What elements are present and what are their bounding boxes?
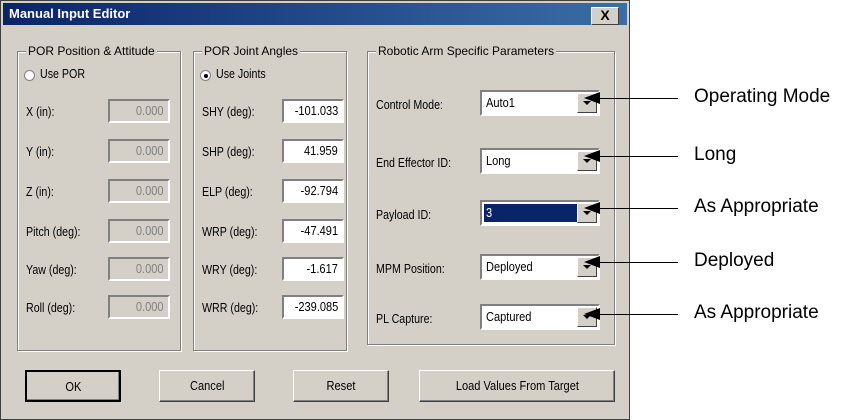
- annotation-arrowhead-3-icon: [584, 202, 600, 214]
- end-effector-combo[interactable]: Long: [480, 148, 600, 174]
- use-por-label: Use POR: [40, 66, 86, 81]
- annotation-as-appropriate-capture: As Appropriate: [694, 302, 819, 323]
- shp-label: SHP (deg):: [202, 144, 255, 159]
- use-por-radio[interactable]: [24, 70, 35, 81]
- annotation-line-3: [592, 208, 678, 209]
- reset-button[interactable]: Reset: [293, 370, 389, 402]
- annotation-line-5: [592, 314, 678, 315]
- joint-angles-group: POR Joint Angles Use Joints SHY (deg): -…: [193, 44, 347, 351]
- y-label: Y (in):: [26, 144, 55, 159]
- mpm-position-combo[interactable]: Deployed: [480, 254, 600, 280]
- wrr-field[interactable]: -239.085: [282, 295, 344, 319]
- z-field: 0.000: [108, 179, 170, 203]
- end-effector-label: End Effector ID:: [376, 155, 452, 170]
- yaw-label: Yaw (deg):: [26, 262, 77, 277]
- por-position-legend: POR Position & Attitude: [26, 44, 157, 58]
- pl-capture-label: PL Capture:: [376, 311, 433, 326]
- window-title: Manual Input Editor: [9, 6, 131, 21]
- annotation-operating-mode: Operating Mode: [694, 86, 831, 107]
- wrr-label: WRR (deg):: [202, 300, 259, 315]
- arm-params-legend: Robotic Arm Specific Parameters: [376, 44, 557, 58]
- y-field: 0.000: [108, 139, 170, 163]
- annotation-arrowhead-4-icon: [584, 256, 600, 268]
- ok-button[interactable]: OK: [25, 370, 121, 402]
- manual-input-editor-dialog: Manual Input Editor X POR Position & Att…: [0, 0, 630, 420]
- pl-capture-combo[interactable]: Captured: [480, 304, 600, 330]
- annotation-arrowhead-1-icon: [584, 92, 600, 104]
- annotation-arrowhead-2-icon: [584, 150, 600, 162]
- annotation-line-4: [592, 262, 678, 263]
- elp-label: ELP (deg):: [202, 184, 253, 199]
- joint-angles-legend: POR Joint Angles: [202, 44, 301, 58]
- arm-params-group: Robotic Arm Specific Parameters Control …: [367, 44, 615, 345]
- wrp-label: WRP (deg):: [202, 224, 258, 239]
- x-label: X (in):: [26, 104, 55, 119]
- annotation-line-1: [592, 98, 678, 99]
- payload-id-combo[interactable]: 3: [480, 200, 600, 226]
- x-field: 0.000: [108, 99, 170, 123]
- yaw-field: 0.000: [108, 257, 170, 281]
- shp-field[interactable]: 41.959: [282, 139, 344, 163]
- annotation-arrowhead-5-icon: [584, 308, 600, 320]
- pitch-field: 0.000: [108, 219, 170, 243]
- roll-field: 0.000: [108, 295, 170, 319]
- use-joints-radio[interactable]: [200, 70, 211, 81]
- title-bar[interactable]: Manual Input Editor X: [3, 3, 627, 25]
- annotation-deployed: Deployed: [694, 250, 775, 271]
- wrp-field[interactable]: -47.491: [282, 219, 344, 243]
- annotation-line-2: [592, 156, 678, 157]
- cancel-button[interactable]: Cancel: [159, 370, 255, 402]
- por-position-group: POR Position & Attitude Use POR X (in): …: [17, 44, 181, 351]
- z-label: Z (in):: [26, 184, 54, 199]
- control-mode-label: Control Mode:: [376, 97, 443, 112]
- close-button[interactable]: X: [591, 7, 619, 25]
- annotation-long: Long: [694, 144, 737, 165]
- pitch-label: Pitch (deg):: [26, 224, 81, 239]
- elp-field[interactable]: -92.794: [282, 179, 344, 203]
- shy-label: SHY (deg):: [202, 104, 255, 119]
- control-mode-combo[interactable]: Auto1: [480, 90, 600, 116]
- payload-id-label: Payload ID:: [376, 207, 432, 222]
- use-joints-label: Use Joints: [216, 66, 266, 81]
- roll-label: Roll (deg):: [26, 300, 76, 315]
- shy-field[interactable]: -101.033: [282, 99, 344, 123]
- load-values-button[interactable]: Load Values From Target: [419, 370, 615, 402]
- wry-field[interactable]: -1.617: [282, 257, 344, 281]
- wry-label: WRY (deg):: [202, 262, 258, 277]
- annotation-as-appropriate-payload: As Appropriate: [694, 196, 819, 217]
- mpm-position-label: MPM Position:: [376, 261, 445, 276]
